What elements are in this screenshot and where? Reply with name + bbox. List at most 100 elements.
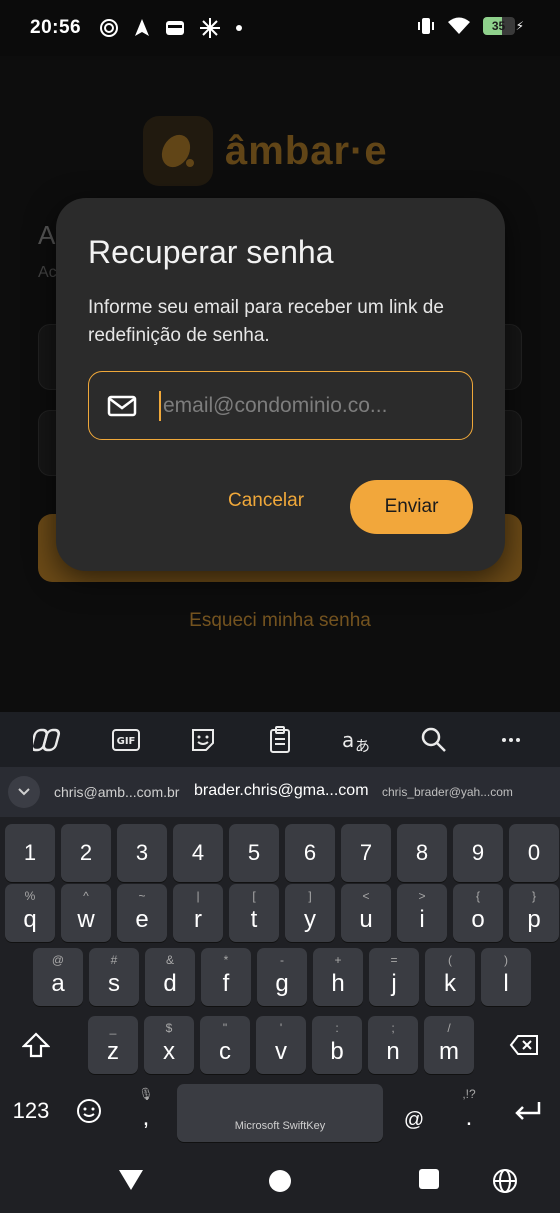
key-sub-label: $ bbox=[165, 1021, 173, 1035]
email-field[interactable] bbox=[88, 371, 473, 440]
shift-key[interactable] bbox=[8, 1016, 64, 1074]
key-7[interactable]: 7 bbox=[341, 824, 391, 882]
key-label: v bbox=[275, 1038, 287, 1065]
key-2[interactable]: 2 bbox=[61, 824, 111, 882]
key-u[interactable]: < u bbox=[341, 884, 391, 942]
key-w[interactable]: ^ w bbox=[61, 884, 111, 942]
chevron-down-icon[interactable] bbox=[8, 776, 40, 808]
language-globe-icon[interactable] bbox=[492, 1168, 518, 1194]
battery-icon: 35 bbox=[482, 17, 515, 35]
key-sub-label: } bbox=[531, 889, 536, 903]
key-4[interactable]: 4 bbox=[173, 824, 223, 882]
key-sub-label: ~ bbox=[138, 889, 146, 903]
key-sub-label: + bbox=[334, 953, 342, 967]
key-d[interactable]: & d bbox=[145, 948, 195, 1006]
gif-icon[interactable]: GIF bbox=[106, 720, 146, 760]
key-k[interactable]: (k bbox=[425, 948, 475, 1006]
comma-label: , bbox=[142, 1104, 150, 1131]
key-s[interactable]: # s bbox=[89, 948, 139, 1006]
key-t[interactable]: [t bbox=[229, 884, 279, 942]
suggestion-3[interactable]: chris_brader@yah...com bbox=[382, 785, 513, 799]
enter-key[interactable] bbox=[500, 1082, 556, 1140]
key-y[interactable]: ] y bbox=[285, 884, 335, 942]
key-label: z bbox=[107, 1038, 119, 1065]
key-0[interactable]: 0 bbox=[509, 824, 559, 882]
key-sub-label: / bbox=[447, 1021, 451, 1035]
key-label: u bbox=[359, 906, 373, 933]
key-p[interactable]: } p bbox=[509, 884, 559, 942]
key-sub-label: # bbox=[110, 953, 118, 967]
key-sub-label: " bbox=[222, 1021, 228, 1035]
cancel-button[interactable]: Cancelar bbox=[228, 490, 304, 512]
at-key[interactable]: @ bbox=[390, 1082, 438, 1140]
key-e[interactable]: ~ e bbox=[117, 884, 167, 942]
recents-square-icon[interactable] bbox=[418, 1168, 440, 1190]
key-9[interactable]: 9 bbox=[453, 824, 503, 882]
home-circle-icon[interactable] bbox=[267, 1168, 293, 1194]
key-z[interactable]: _ z bbox=[88, 1016, 138, 1074]
wifi-icon bbox=[447, 17, 470, 34]
key-3[interactable]: 3 bbox=[117, 824, 167, 882]
key-r[interactable]: | r bbox=[173, 884, 223, 942]
suggestion-1[interactable]: chris@amb...com.br bbox=[54, 784, 179, 800]
shift-arrow-icon bbox=[22, 1032, 50, 1058]
wallet-icon bbox=[166, 21, 185, 35]
key-label: f bbox=[222, 970, 230, 997]
key-label: p bbox=[527, 906, 541, 933]
key-x[interactable]: $ x bbox=[144, 1016, 194, 1074]
suggestion-2[interactable]: brader.chris@gma...com bbox=[194, 782, 369, 800]
key-sub-label: ( bbox=[448, 953, 452, 967]
emoji-key[interactable] bbox=[62, 1082, 116, 1140]
numbers-toggle-key[interactable]: 123 bbox=[6, 1082, 56, 1140]
key-o[interactable]: {o bbox=[453, 884, 503, 942]
send-button[interactable]: Enviar bbox=[350, 480, 473, 534]
key-1[interactable]: 1 bbox=[5, 824, 55, 882]
comma-key[interactable]: 🎙 , bbox=[122, 1082, 170, 1140]
key-8[interactable]: 8 bbox=[397, 824, 447, 882]
key-m[interactable]: / m bbox=[424, 1016, 474, 1074]
more-icon[interactable] bbox=[491, 720, 531, 760]
amber-logo-icon bbox=[143, 116, 213, 186]
status-time: 20:56 bbox=[30, 17, 82, 38]
key-h[interactable]: + h bbox=[313, 948, 363, 1006]
sticker-icon[interactable] bbox=[183, 720, 223, 760]
suggestion-bar: chris@amb...com.br brader.chris@gma...co… bbox=[0, 767, 560, 817]
key-v[interactable]: ' v bbox=[256, 1016, 306, 1074]
translate-icon[interactable]: aあ bbox=[337, 720, 377, 760]
status-system-icons: 35 ⚡ bbox=[417, 16, 524, 36]
key-q[interactable]: % q bbox=[5, 884, 55, 942]
period-key[interactable]: ,!? . bbox=[445, 1082, 493, 1140]
charging-bolt-icon: ⚡ bbox=[515, 19, 524, 33]
spiral-app-icon bbox=[100, 19, 119, 37]
key-sub-label: = bbox=[390, 953, 398, 967]
enter-arrow-icon bbox=[515, 1102, 541, 1120]
key-sub-label: ^ bbox=[83, 889, 89, 903]
key-label: i bbox=[419, 906, 425, 933]
key-n[interactable]: ; n bbox=[368, 1016, 418, 1074]
clipboard-icon[interactable] bbox=[260, 720, 300, 760]
key-sub-label: & bbox=[165, 953, 174, 967]
copilot-icon[interactable] bbox=[29, 720, 69, 760]
key-j[interactable]: = j bbox=[369, 948, 419, 1006]
key-b[interactable]: :b bbox=[312, 1016, 362, 1074]
status-notification-icons bbox=[99, 17, 243, 39]
key-6[interactable]: 6 bbox=[285, 824, 335, 882]
search-icon[interactable] bbox=[414, 720, 454, 760]
key-g[interactable]: -g bbox=[257, 948, 307, 1006]
key-c[interactable]: " c bbox=[200, 1016, 250, 1074]
key-label: c bbox=[219, 1038, 231, 1065]
email-input[interactable] bbox=[163, 393, 453, 418]
key-5[interactable]: 5 bbox=[229, 824, 279, 882]
key-label: q bbox=[23, 906, 37, 933]
app-logo: âmbar·e bbox=[143, 116, 388, 186]
backspace-key[interactable] bbox=[496, 1016, 552, 1074]
space-key[interactable]: Microsoft SwiftKey bbox=[177, 1084, 383, 1142]
key-f[interactable]: * f bbox=[201, 948, 251, 1006]
key-a[interactable]: @ a bbox=[33, 948, 83, 1006]
key-l[interactable]: ) l bbox=[481, 948, 531, 1006]
emoji-icon bbox=[77, 1099, 101, 1123]
key-i[interactable]: > i bbox=[397, 884, 447, 942]
back-triangle-icon[interactable] bbox=[118, 1168, 144, 1192]
recover-password-dialog: Recuperar senha Informe seu email para r… bbox=[56, 198, 505, 571]
notification-dot-icon bbox=[236, 25, 243, 31]
